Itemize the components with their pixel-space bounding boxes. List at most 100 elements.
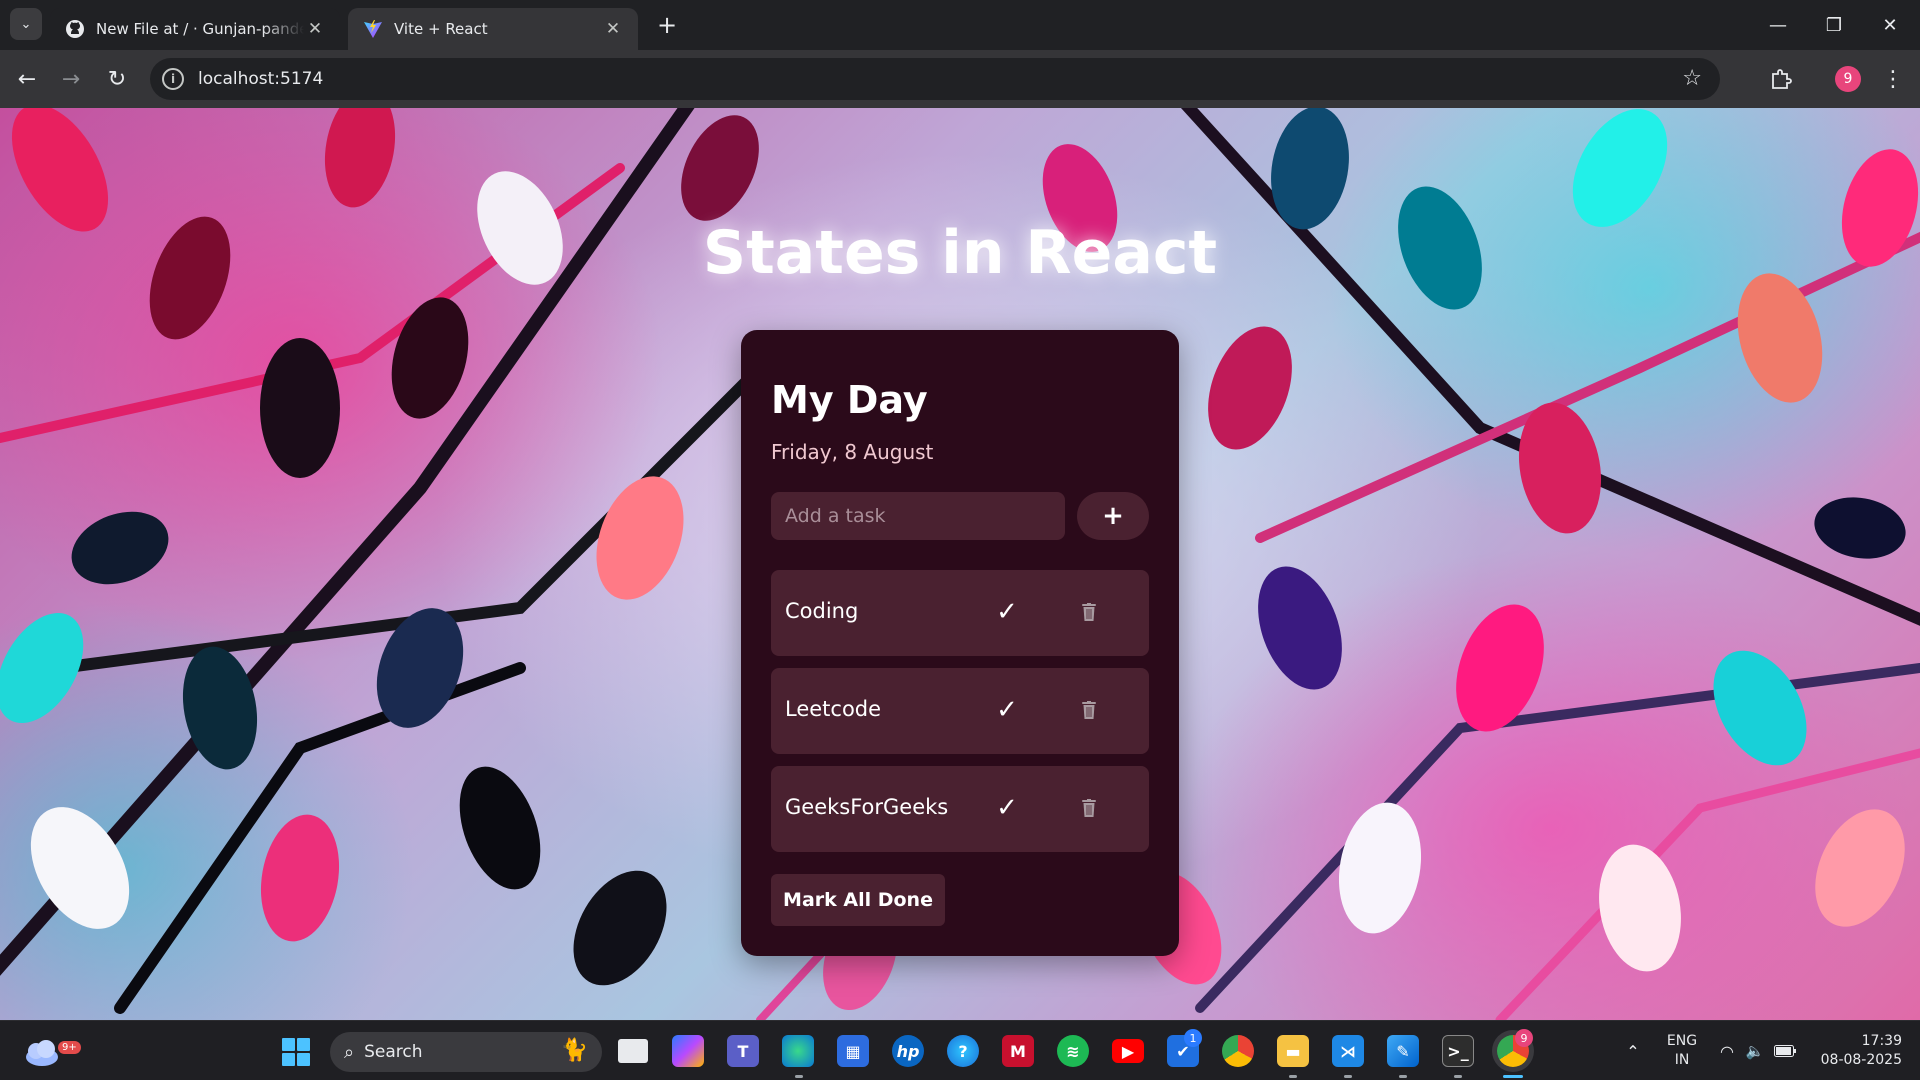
add-task-button[interactable]: + <box>1077 492 1149 540</box>
restore-icon: ❐ <box>1825 14 1843 36</box>
puzzle-icon <box>1772 69 1792 89</box>
new-tab-button[interactable]: + <box>652 10 682 40</box>
weather-badge: 9+ <box>58 1041 81 1054</box>
check-icon[interactable]: ✓ <box>991 592 1023 632</box>
lang-line1: ENG <box>1666 1033 1698 1049</box>
tab-title: Vite + React <box>394 20 488 38</box>
check-icon[interactable]: ✓ <box>991 788 1023 828</box>
todo-badge: 1 <box>1184 1029 1202 1047</box>
task-list: Coding ✓ Leetcode ✓ GeeksForGeeks ✓ <box>771 570 1149 864</box>
windows-logo-icon <box>297 1038 310 1051</box>
task-row: Leetcode ✓ <box>771 668 1149 754</box>
check-icon[interactable]: ✓ <box>991 690 1023 730</box>
cloud-icon <box>26 1040 58 1066</box>
arrow-left-icon: ← <box>17 66 37 92</box>
page-heading: States in React <box>702 218 1218 288</box>
chevron-up-icon[interactable]: ⌃ <box>1620 1021 1646 1080</box>
file-explorer-icon[interactable]: ▬ <box>1277 1035 1309 1067</box>
close-icon: ✕ <box>1882 14 1898 36</box>
lang-line2: IN <box>1674 1052 1690 1068</box>
tab-search-button[interactable]: ⌄ <box>10 8 42 40</box>
edge-icon[interactable] <box>782 1035 814 1067</box>
browser-menu-button[interactable]: ⋮ <box>1878 62 1908 96</box>
taskbar-clock[interactable]: 17:39 08-08-2025 <box>1812 1032 1902 1070</box>
page-viewport: States in React My Day Friday, 8 August … <box>0 108 1920 1020</box>
weather-widget[interactable]: 9+ <box>22 1033 81 1069</box>
start-button[interactable] <box>282 1038 310 1066</box>
address-bar[interactable]: i localhost:5174 ☆ <box>150 58 1720 100</box>
info-icon[interactable]: i <box>162 68 184 90</box>
trash-icon[interactable] <box>1077 692 1101 728</box>
close-icon[interactable]: ✕ <box>304 19 326 39</box>
running-indicator <box>1289 1075 1297 1078</box>
battery-icon[interactable] <box>1772 1021 1798 1080</box>
teams-icon[interactable]: T <box>727 1035 759 1067</box>
trash-icon[interactable] <box>1077 790 1101 826</box>
arrow-right-icon: → <box>61 66 81 92</box>
active-indicator <box>1503 1075 1523 1078</box>
reload-button[interactable]: ↻ <box>102 64 132 94</box>
browser-toolbar: ← → ↻ i localhost:5174 ☆ <box>0 50 1920 108</box>
clock-date: 08-08-2025 <box>1820 1052 1902 1068</box>
hp-icon[interactable]: hp <box>892 1035 924 1067</box>
reload-icon: ↻ <box>107 66 127 92</box>
plus-icon: + <box>1102 501 1124 531</box>
spotify-icon[interactable]: ≋ <box>1057 1035 1089 1067</box>
windows-logo-icon <box>282 1038 295 1051</box>
my-day-card: My Day Friday, 8 August + Coding ✓ Leetc… <box>741 330 1179 956</box>
clock-time: 17:39 <box>1861 1033 1902 1049</box>
add-task-input[interactable] <box>771 492 1065 540</box>
chrome-icon[interactable] <box>1222 1035 1254 1067</box>
copilot-icon[interactable] <box>672 1035 704 1067</box>
taskbar-search[interactable]: ⌕ Search 🐈 <box>330 1032 602 1072</box>
cat-icon: 🐈 <box>560 1038 588 1063</box>
plus-icon: + <box>656 11 678 39</box>
tab-github[interactable]: New File at / · Gunjan-pandey8 ✕ <box>50 8 340 50</box>
extensions-button[interactable] <box>1766 64 1796 94</box>
url-text[interactable]: localhost:5174 <box>198 69 323 89</box>
chrome-badge: 9 <box>1515 1029 1533 1047</box>
language-indicator[interactable]: ENG IN <box>1665 1032 1699 1070</box>
avatar-initial: 9 <box>1843 71 1853 87</box>
restore-button[interactable]: ❐ <box>1806 0 1862 50</box>
vscode-icon[interactable]: ⋊ <box>1332 1035 1364 1067</box>
task-row: Coding ✓ <box>771 570 1149 656</box>
help-icon[interactable]: ? <box>947 1035 979 1067</box>
running-indicator <box>1344 1075 1352 1078</box>
vite-icon <box>362 18 384 40</box>
chevron-down-icon: ⌄ <box>20 16 32 32</box>
card-date: Friday, 8 August <box>771 440 934 464</box>
running-indicator <box>795 1075 803 1078</box>
tab-vite-react[interactable]: Vite + React ✕ <box>348 8 638 50</box>
running-indicator <box>1454 1075 1462 1078</box>
more-vertical-icon: ⋮ <box>1882 66 1904 92</box>
task-name: GeeksForGeeks <box>785 795 949 819</box>
back-button[interactable]: ← <box>12 64 42 94</box>
whiteboard-icon[interactable]: ✎ <box>1387 1035 1419 1067</box>
browser-tab-bar: ⌄ New File at / · Gunjan-pandey8 ✕ Vite … <box>0 0 1920 50</box>
terminal-icon[interactable]: >_ <box>1442 1035 1474 1067</box>
volume-icon[interactable]: 🔈 <box>1744 1021 1766 1080</box>
windows-logo-icon <box>297 1053 310 1066</box>
task-view-icon[interactable] <box>618 1039 648 1063</box>
bookmark-star-icon[interactable]: ☆ <box>1682 66 1702 91</box>
youtube-icon[interactable]: ▶ <box>1112 1039 1144 1063</box>
github-icon <box>64 18 86 40</box>
task-name: Leetcode <box>785 697 882 721</box>
minimize-button[interactable]: — <box>1750 0 1806 50</box>
forward-button[interactable]: → <box>56 64 86 94</box>
running-indicator <box>1399 1075 1407 1078</box>
card-title: My Day <box>771 378 928 422</box>
window-close-button[interactable]: ✕ <box>1862 0 1918 50</box>
mark-all-done-button[interactable]: Mark All Done <box>771 874 945 926</box>
trash-icon[interactable] <box>1077 594 1101 630</box>
store-icon[interactable]: ▦ <box>837 1035 869 1067</box>
close-icon[interactable]: ✕ <box>602 19 624 39</box>
task-name: Coding <box>785 599 859 623</box>
profile-avatar[interactable]: 9 <box>1835 66 1861 92</box>
search-icon: ⌕ <box>344 1041 355 1063</box>
wifi-icon[interactable]: ◠ <box>1716 1021 1738 1080</box>
mcafee-icon[interactable]: M <box>1002 1035 1034 1067</box>
minimize-icon: — <box>1769 14 1787 36</box>
tab-title: New File at / · Gunjan-pandey8 <box>96 20 304 38</box>
